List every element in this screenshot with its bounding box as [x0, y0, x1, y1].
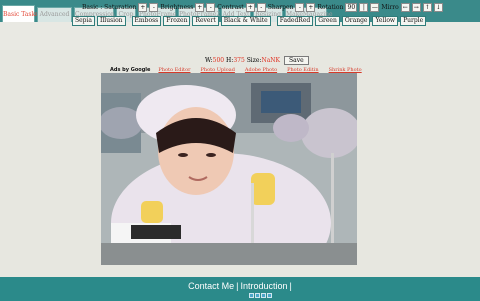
frozen-button[interactable]: Frozen	[163, 15, 191, 26]
tab-basic-tasks[interactable]: Basic Tasks	[2, 5, 38, 23]
contrast-plus-button[interactable]: +	[245, 3, 255, 12]
saturation-label: Basic : Saturation	[82, 4, 137, 11]
brightness-plus-button[interactable]: +	[195, 3, 205, 12]
pager-dot-3[interactable]	[261, 293, 266, 298]
brightness-label: Brightness	[160, 4, 194, 11]
pager	[249, 293, 273, 298]
saturation-plus-button[interactable]: +	[138, 3, 148, 12]
sharpen-plus-button[interactable]: +	[306, 3, 316, 12]
saturation-minus-button[interactable]: -	[149, 3, 159, 12]
arrow-up-icon[interactable]: ↑	[422, 3, 432, 12]
footer-separator: |	[236, 281, 239, 291]
save-button[interactable]: Save	[284, 55, 309, 65]
rotate-vertical-button[interactable]: |	[359, 3, 369, 12]
emboss-button[interactable]: Emboss	[131, 15, 162, 26]
height-value: 375	[233, 56, 245, 64]
size-value: NaNK	[261, 56, 281, 64]
image-size-bar: W: 500 H: 375 Size: NaNK Save	[205, 55, 309, 65]
contrast-minus-button[interactable]: -	[256, 3, 266, 12]
illusion-button[interactable]: Illusion	[97, 15, 126, 26]
arrow-right-icon[interactable]: →	[411, 3, 421, 12]
fadedred-button[interactable]: FadedRed	[276, 15, 314, 26]
rotation-90-button[interactable]: 90	[345, 3, 358, 12]
contact-me-link[interactable]: Contact Me	[187, 281, 235, 291]
size-label: Size:	[246, 56, 262, 64]
tool-area	[0, 22, 480, 50]
green-button[interactable]: Green	[315, 15, 340, 26]
contrast-label: Contrast	[217, 4, 244, 11]
rotate-horizontal-button[interactable]: —	[370, 3, 380, 12]
rotation-label: Rotation	[317, 4, 344, 11]
introduction-link[interactable]: Introduction	[240, 281, 289, 291]
footer-links: Contact Me | Introduction |	[0, 281, 480, 291]
height-label: H:	[226, 56, 234, 64]
mirror-label: Mirro	[381, 4, 399, 11]
arrow-down-icon[interactable]: ↓	[433, 3, 443, 12]
effects-row: Sepia Illusion Emboss Frozen Revert Blac…	[72, 15, 428, 26]
sharpen-label: Sharpen	[267, 4, 294, 11]
brightness-minus-button[interactable]: -	[206, 3, 216, 12]
purple-button[interactable]: Purple	[400, 15, 427, 26]
sharpen-minus-button[interactable]: -	[295, 3, 305, 12]
arrow-left-icon[interactable]: ←	[400, 3, 410, 12]
footer-separator-end: |	[289, 281, 292, 291]
pager-dot-1[interactable]	[249, 293, 254, 298]
yellow-button[interactable]: Yellow	[372, 15, 399, 26]
width-value: 500	[212, 56, 225, 64]
orange-button[interactable]: Orange	[341, 15, 371, 26]
photo-image	[101, 73, 357, 265]
pager-dot-2[interactable]	[255, 293, 260, 298]
edited-photo[interactable]	[101, 73, 357, 265]
width-label: W:	[205, 56, 213, 64]
black-white-button[interactable]: Black & White	[220, 15, 271, 26]
adjust-row: Basic : Saturation + - Brightness + - Co…	[82, 2, 445, 13]
tab-advanced[interactable]: Advanced	[37, 7, 72, 22]
revert-button[interactable]: Revert	[192, 15, 219, 26]
pager-dot-4[interactable]	[267, 293, 272, 298]
sepia-button[interactable]: Sepia	[72, 15, 95, 26]
